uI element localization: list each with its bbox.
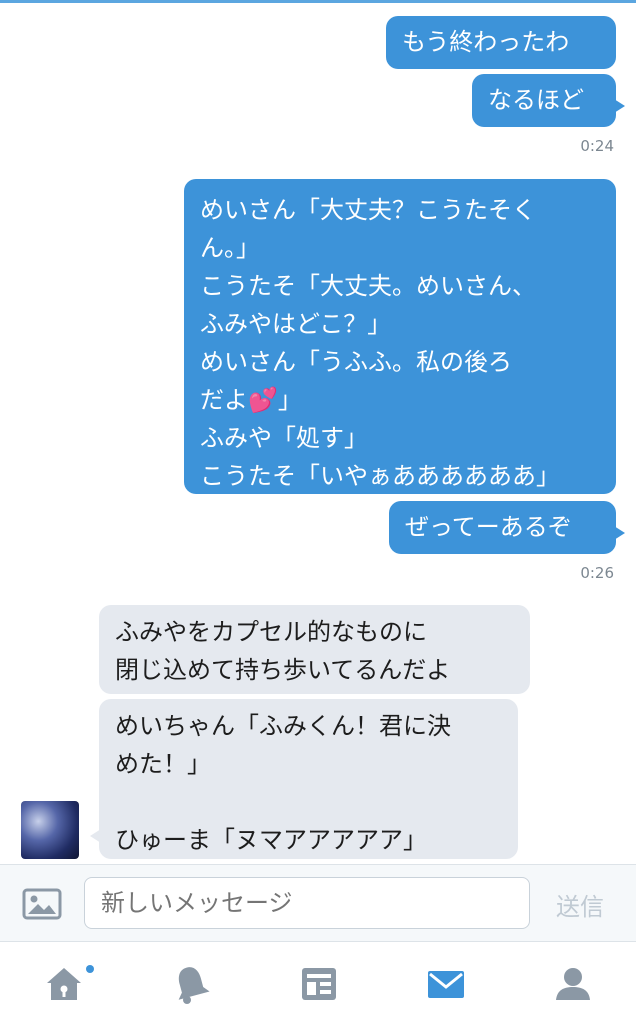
avatar[interactable] — [21, 801, 79, 859]
moments-icon[interactable] — [297, 962, 341, 1006]
unread-indicator — [86, 965, 94, 973]
home-icon[interactable] — [42, 962, 86, 1006]
outgoing-message[interactable]: ぜってーあるぞ — [389, 501, 625, 554]
image-icon[interactable] — [22, 887, 62, 921]
profile-icon[interactable] — [551, 962, 595, 1006]
incoming-message[interactable]: めいちゃん「ふみくん！君に決 めた！」 ひゅーま「ヌマアアアアア」 — [90, 699, 518, 859]
outgoing-message[interactable]: めいさん「大丈夫？こうたそく ん。」 こうたそ「大丈夫。めいさん、 ふみやはどこ… — [184, 179, 616, 494]
timestamp: 0:24 — [580, 137, 614, 155]
notifications-icon[interactable] — [169, 962, 213, 1006]
message-composer: 送信 — [0, 864, 636, 942]
messages-icon[interactable] — [424, 962, 468, 1006]
message-input[interactable] — [84, 877, 530, 929]
tab-bar — [0, 942, 636, 1024]
outgoing-message[interactable]: もう終わったわ — [386, 16, 616, 69]
top-accent-line — [0, 0, 636, 3]
send-button[interactable]: 送信 — [556, 887, 604, 922]
incoming-message[interactable]: ふみやをカプセル的なものに 閉じ込めて持ち歩いてるんだよ — [99, 605, 530, 694]
timestamp: 0:26 — [580, 564, 614, 582]
outgoing-message[interactable]: なるほど — [472, 74, 625, 127]
